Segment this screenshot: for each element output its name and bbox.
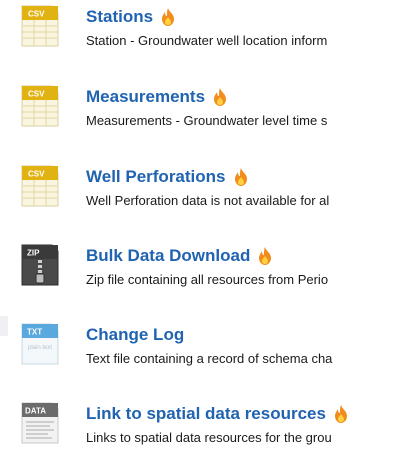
svg-text:CSV: CSV [28, 170, 45, 179]
resource-title: Link to spatial data resources [86, 404, 326, 423]
flame-icon [234, 168, 248, 186]
resource-title-link[interactable]: Bulk Data Download [86, 245, 272, 267]
csv-file-icon[interactable]: CSV [20, 84, 60, 128]
data-file-icon[interactable]: DATA [20, 401, 60, 445]
resource-title: Change Log [86, 325, 185, 344]
flame-icon [213, 88, 227, 106]
resource-title: Measurements [86, 87, 206, 106]
resource-item-measurements: CSV Measurements Measurements - Groundwa… [0, 84, 398, 144]
resource-item-stations: CSV Stations Station - Groundwater well … [0, 4, 398, 64]
resource-description: Station - Groundwater well location info… [86, 33, 328, 48]
svg-text:DATA: DATA [25, 407, 46, 416]
txt-file-icon[interactable]: TXT plain text [20, 322, 60, 366]
resource-description: Measurements - Groundwater level time s [86, 113, 328, 128]
resource-description: Zip file containing all resources from P… [86, 272, 329, 287]
flame-icon [161, 8, 175, 26]
resource-list: CSV Stations Station - Groundwater well … [0, 0, 398, 455]
csv-file-icon[interactable]: CSV [20, 164, 60, 208]
resource-title-link[interactable]: Link to spatial data resources [86, 403, 348, 425]
resource-description: Text file containing a record of schema … [86, 351, 333, 366]
resource-title-link[interactable]: Change Log [86, 324, 184, 346]
resource-description: Well Perforation data is not available f… [86, 193, 330, 208]
resource-title-link[interactable]: Well Perforations [86, 166, 248, 188]
resource-title: Well Perforations [86, 167, 226, 186]
zip-file-icon[interactable]: ZIP [20, 243, 60, 287]
resource-title: Stations [86, 7, 154, 26]
resource-title: Bulk Data Download [86, 246, 251, 265]
resource-description: Links to spatial data resources for the … [86, 430, 332, 445]
resource-item-change-log: TXT plain text Change Log Text file cont… [0, 322, 398, 382]
svg-text:CSV: CSV [28, 90, 45, 99]
resource-title-link[interactable]: Measurements [86, 86, 227, 108]
svg-text:TXT: TXT [27, 328, 42, 337]
csv-file-icon[interactable]: CSV [20, 4, 60, 48]
svg-text:ZIP: ZIP [27, 249, 40, 258]
flame-icon [258, 247, 272, 265]
flame-icon [334, 405, 348, 423]
resource-title-link[interactable]: Stations [86, 6, 175, 28]
resource-item-bulk-data-download: ZIP Bulk Data Download Zip file containi… [0, 243, 398, 303]
svg-text:CSV: CSV [28, 10, 45, 19]
resource-item-spatial-data-link: DATA Link to spatial data resources Link… [0, 401, 398, 461]
svg-text:plain text: plain text [28, 345, 52, 351]
side-panel-edge [0, 316, 8, 336]
resource-item-well-perforations: CSV Well Perforations Well Perforation d… [0, 164, 398, 224]
